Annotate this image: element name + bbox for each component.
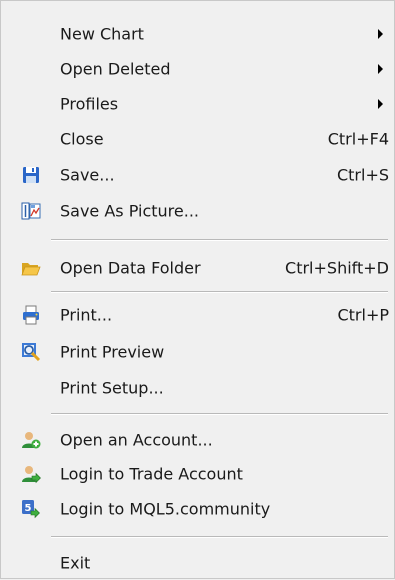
menu-item-label: Print... <box>60 305 113 325</box>
menu-item-open-deleted[interactable]: Open Deleted <box>5 52 391 86</box>
menu-separator <box>51 291 388 293</box>
menu-item-label: Open Deleted <box>60 59 171 79</box>
picture-icon <box>21 201 41 221</box>
menu-separator <box>51 239 388 241</box>
menu-item-label: Login to MQL5.community <box>60 499 271 519</box>
menu-item-print-preview[interactable]: Print Preview <box>5 335 391 369</box>
menu-item-open-data-folder[interactable]: Open Data Folder Ctrl+Shift+D <box>5 251 391 285</box>
menu-separator <box>51 536 388 538</box>
menu-item-label: Print Setup... <box>60 378 164 398</box>
menu-item-login-trade[interactable]: Login to Trade Account <box>5 457 391 491</box>
menu-separator <box>51 413 388 415</box>
menu-item-save[interactable]: Save... Ctrl+S <box>5 158 391 192</box>
menu-item-label: Save... <box>60 165 115 185</box>
menu-item-label: Login to Trade Account <box>60 464 243 484</box>
menu-item-label: Open an Account... <box>60 430 213 450</box>
menu-item-label: New Chart <box>60 24 144 44</box>
menu-item-shortcut: Ctrl+Shift+D <box>285 258 389 278</box>
menu-item-label: Save As Picture... <box>60 201 200 221</box>
file-menu: New Chart Open Deleted Profiles Close Ct… <box>0 0 395 579</box>
menu-item-close[interactable]: Close Ctrl+F4 <box>5 122 391 156</box>
menu-item-label: Close <box>60 129 104 149</box>
menu-item-new-chart[interactable]: New Chart <box>5 17 391 51</box>
printer-icon <box>21 305 41 325</box>
menu-item-print[interactable]: Print... Ctrl+P <box>5 298 391 332</box>
print-preview-icon <box>21 342 41 362</box>
menu-item-label: Profiles <box>60 94 119 114</box>
menu-item-open-account[interactable]: Open an Account... <box>5 423 391 457</box>
menu-item-shortcut: Ctrl+F4 <box>327 129 389 149</box>
floppy-disk-icon <box>21 165 41 185</box>
menu-item-print-setup[interactable]: Print Setup... <box>5 371 391 405</box>
menu-item-label: Open Data Folder <box>60 258 201 278</box>
submenu-arrow-icon <box>378 64 383 74</box>
menu-item-shortcut: Ctrl+P <box>337 305 389 325</box>
user-login-icon <box>21 464 41 484</box>
menu-item-exit[interactable]: Exit <box>5 546 391 580</box>
folder-icon <box>21 258 41 278</box>
mql5-login-icon: 5 <box>21 499 41 519</box>
menu-item-save-as-picture[interactable]: Save As Picture... <box>5 194 391 228</box>
submenu-arrow-icon <box>378 99 383 109</box>
svg-text:5: 5 <box>25 503 32 514</box>
user-add-icon <box>21 430 41 450</box>
menu-item-login-mql5[interactable]: 5 Login to MQL5.community <box>5 492 391 526</box>
menu-item-label: Exit <box>60 553 91 573</box>
menu-item-profiles[interactable]: Profiles <box>5 87 391 121</box>
submenu-arrow-icon <box>378 29 383 39</box>
menu-item-label: Print Preview <box>60 342 165 362</box>
menu-item-shortcut: Ctrl+S <box>336 165 389 185</box>
